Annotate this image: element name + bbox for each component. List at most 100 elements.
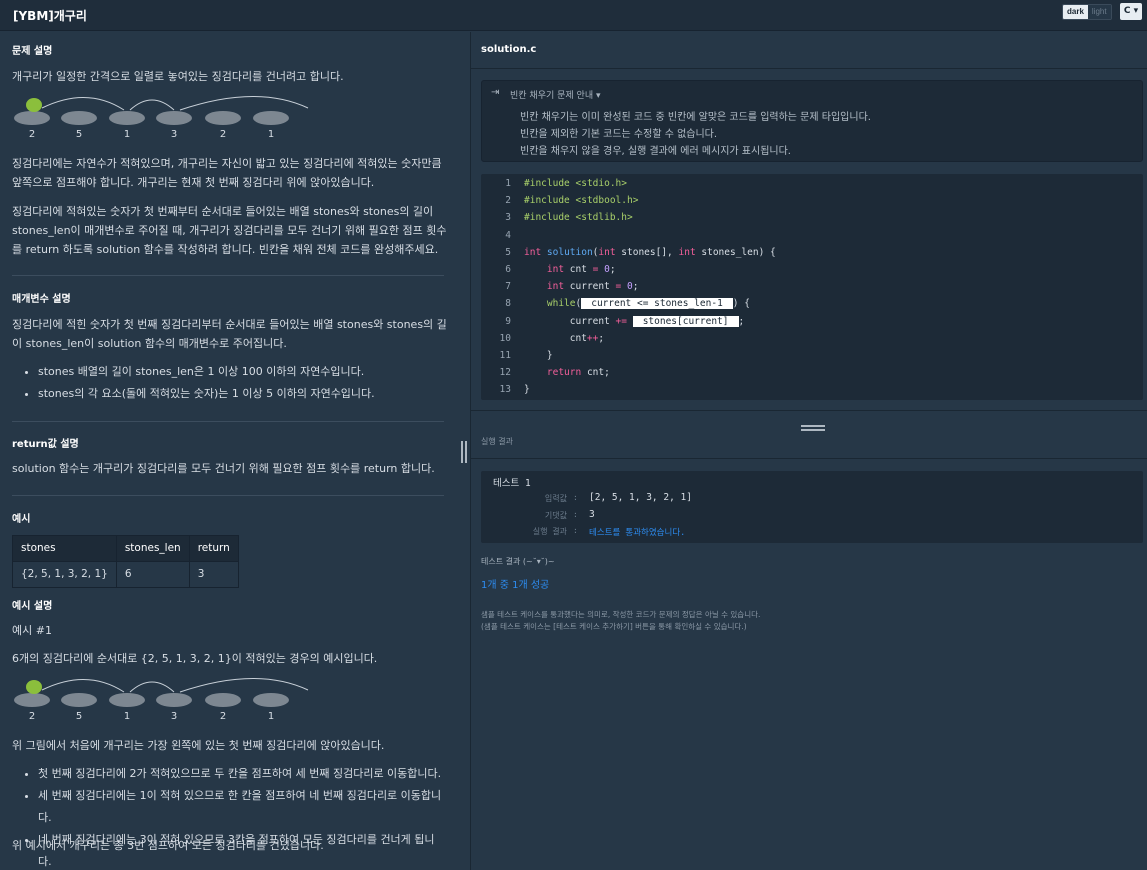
stone-label: 2	[29, 711, 35, 722]
example-illustration: 2 5 1 3 2 1	[14, 678, 309, 722]
params-text: 징검다리에 적힌 숫자가 첫 번째 징검다리부터 순서대로 들어있는 배열 st…	[12, 318, 447, 350]
notice-title[interactable]: 빈칸 채우기 문제 안내 ▾	[510, 88, 601, 101]
line-number: 13	[499, 384, 511, 395]
code-line: while(current <= stones_len-1) {	[546, 298, 750, 309]
stone-label: 5	[76, 129, 82, 140]
blank-input-2[interactable]: stones[current]	[632, 316, 739, 327]
list-item: 첫 번째 징검다리에 2가 적혀있으므로 두 칸을 점프하여 세 번째 징검다리…	[38, 763, 443, 785]
code-line: int cnt = 0;	[546, 264, 616, 275]
explain-intro: 6개의 징검다리에 순서대로 {2, 5, 1, 3, 2, 1}이 적혀있는 …	[12, 652, 378, 665]
notice-line: 빈칸 채우기는 이미 완성된 코드 중 빈칸에 알맞은 코드를 입력하는 문제 …	[520, 112, 871, 123]
input-label: 입력값	[544, 494, 567, 503]
stone-label: 2	[29, 129, 35, 140]
list-item: 세 번째 징검다리에는 1이 적혀 있으므로 한 칸을 점프하여 네 번째 징검…	[38, 785, 443, 829]
separator: :	[573, 526, 578, 535]
example-table: stones stones_len return {2, 5, 1, 3, 2,…	[12, 535, 239, 588]
list-item: stones의 각 요소(돌에 적혀있는 숫자)는 1 이상 5 이하의 자연수…	[38, 383, 443, 405]
test-summary: 테스트 결과 (~˘▾˘)~	[481, 557, 555, 566]
line-number: 8	[505, 298, 511, 309]
problem-paragraph-1: 징검다리에는 자연수가 적혀있으며, 개구리는 자신이 밟고 있는 징검다리에 …	[12, 157, 442, 189]
problem-panel: 문제 설명 개구리가 일정한 간격으로 일렬로 놓여있는 징검다리를 건너려고 …	[0, 32, 457, 870]
table-cell: {2, 5, 1, 3, 2, 1}	[12, 561, 117, 588]
table-header: stones	[12, 535, 117, 562]
example-heading: 예시	[12, 514, 31, 525]
code-line: current += stones[current];	[524, 316, 745, 327]
stone-label: 1	[124, 711, 130, 722]
splitter-grip-icon[interactable]	[461, 441, 467, 463]
code-line: }	[524, 350, 553, 361]
line-number: 7	[505, 281, 511, 292]
notice-line: 빈칸을 채우지 않을 경우, 실행 결과에 에러 메시지가 표시됩니다.	[520, 146, 791, 157]
notice-line: 빈칸을 제외한 기본 코드는 수정할 수 없습니다.	[520, 129, 718, 140]
test-note: (샘플 테스트 케이스는 [테스트 케이스 추가하기] 버튼을 통해 확인하실 …	[481, 622, 747, 631]
frog-icon	[26, 98, 42, 112]
return-text: solution 함수는 개구리가 징검다리를 모두 건너기 위해 필요한 점프…	[12, 462, 435, 475]
stone-label: 5	[76, 711, 82, 722]
return-heading: return값 설명	[12, 439, 79, 450]
stones-illustration: 2 5 1 3 2 1	[14, 96, 309, 140]
problem-paragraph-2: 징검다리에 적혀있는 숫자가 첫 번째부터 순서대로 들어있는 배열 stone…	[12, 205, 447, 256]
list-item: stones 배열의 길이 stones_len은 1 이상 100 이하의 자…	[38, 361, 443, 383]
frog-icon	[26, 680, 42, 694]
code-line: cnt++;	[524, 333, 605, 344]
resize-handle-icon[interactable]	[801, 425, 825, 431]
explain-subheading: 예시 #1	[12, 624, 52, 637]
problem-heading: 문제 설명	[12, 46, 53, 57]
explain-conclusion: 위 예시에서 개구리는 총 3번 점프하여 모든 징검다리를 건넜습니다.	[12, 839, 324, 852]
code-editor[interactable]: 1 2 3 4 5 6 7 8 9 10 11 12 13 #include <…	[481, 174, 1143, 400]
separator: :	[573, 493, 578, 502]
stone-label: 2	[220, 711, 226, 722]
table-row: {2, 5, 1, 3, 2, 1} 6 3	[12, 561, 239, 588]
code-line: int current = 0;	[546, 281, 639, 292]
params-list: stones 배열의 길이 stones_len은 1 이상 100 이하의 자…	[38, 361, 443, 405]
language-select[interactable]: C ▾	[1120, 3, 1142, 20]
test-note: 샘플 테스트 케이스를 통과했다는 의미로, 작성한 코드가 문제의 정답은 아…	[481, 610, 761, 619]
line-number: 9	[505, 316, 511, 327]
separator: :	[573, 510, 578, 519]
line-number: 6	[505, 264, 511, 275]
top-bar: [YBM]개구리 dark light C ▾	[0, 0, 1147, 31]
result-row-label: 실행 결과	[532, 527, 567, 536]
expected-label: 기댓값	[544, 511, 567, 520]
code-line: }	[524, 384, 530, 395]
stone-label: 1	[268, 711, 274, 722]
expected-value: 3	[589, 509, 595, 520]
theme-light-button[interactable]: light	[1087, 5, 1111, 19]
theme-dark-button[interactable]: dark	[1063, 5, 1088, 19]
test-result-box: 테스트 1 입력값 : [2, 5, 1, 3, 2, 1] 기댓값 : 3 실…	[481, 471, 1143, 543]
code-line: return cnt;	[546, 367, 610, 378]
problem-intro: 개구리가 일정한 간격으로 일렬로 놓여있는 징검다리를 건너려고 합니다.	[12, 70, 344, 83]
code-line: int solution(int stones[], int stones_le…	[524, 247, 776, 258]
line-number: 2	[505, 195, 511, 206]
result-label: 실행 결과	[481, 437, 513, 446]
input-value: [2, 5, 1, 3, 2, 1]	[589, 492, 692, 503]
line-number: 5	[505, 247, 511, 258]
stone-label: 2	[220, 129, 226, 140]
table-cell: 6	[115, 561, 190, 588]
language-label: C	[1123, 6, 1131, 16]
divider	[471, 458, 1147, 459]
notice-title-text: 빈칸 채우기 문제 안내	[510, 91, 594, 101]
divider	[12, 495, 444, 496]
blank-notice: ⇥ 빈칸 채우기 문제 안내 ▾ 빈칸 채우기는 이미 완성된 코드 중 빈칸에…	[481, 80, 1143, 162]
line-number: 3	[505, 212, 511, 223]
theme-toggle[interactable]: dark light	[1062, 4, 1112, 20]
explain-after: 위 그림에서 처음에 개구리는 가장 왼쪽에 있는 첫 번째 징검다리에 앉아있…	[12, 739, 385, 752]
editor-panel: solution.c ⇥ 빈칸 채우기 문제 안내 ▾ 빈칸 채우기는 이미 완…	[471, 32, 1147, 870]
test-count: 1개 중 1개 성공	[481, 580, 550, 591]
file-name: solution.c	[481, 44, 537, 55]
explain-heading: 예시 설명	[12, 601, 53, 612]
params-heading: 매개변수 설명	[12, 294, 71, 305]
line-number: 11	[499, 350, 511, 361]
page-title: [YBM]개구리	[13, 9, 87, 23]
test-title: 테스트 1	[493, 478, 531, 489]
code-line: #include <stdbool.h>	[524, 195, 639, 206]
enter-icon: ⇥	[491, 87, 500, 98]
stone-label: 3	[171, 711, 177, 722]
line-number: 4	[505, 230, 511, 241]
line-number: 12	[499, 367, 511, 378]
table-header: return	[188, 535, 239, 562]
table-cell: 3	[188, 561, 239, 588]
code-line: #include <stdio.h>	[524, 178, 627, 189]
blank-input-1[interactable]: current <= stones_len-1	[581, 298, 733, 309]
